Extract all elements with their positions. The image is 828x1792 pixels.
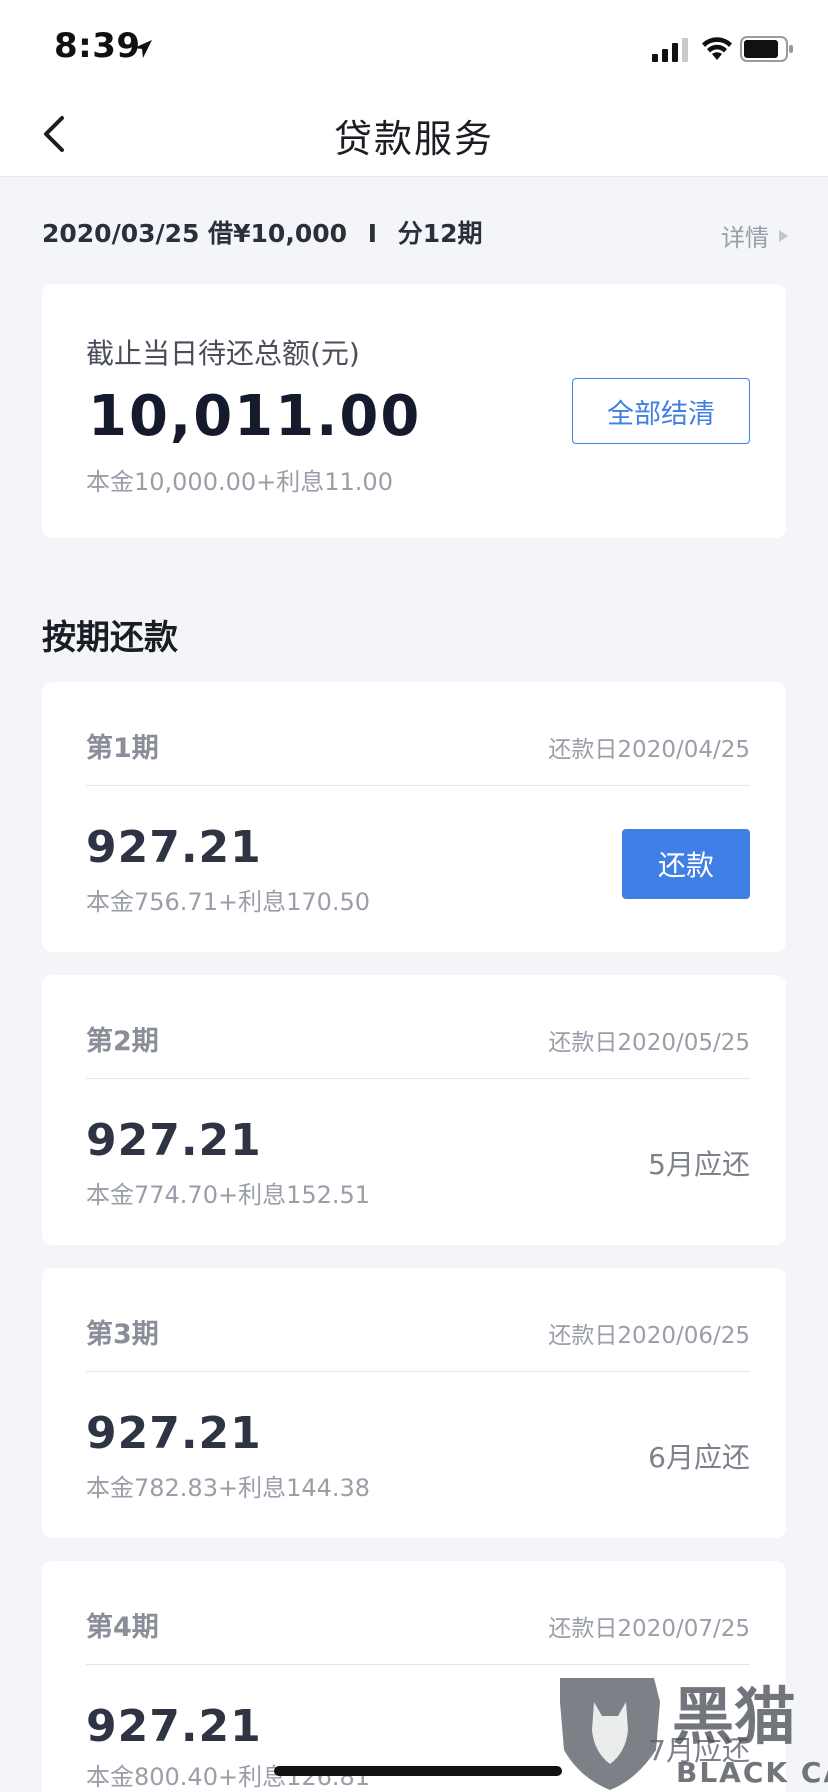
installment-due-date: 还款日2020/05/25 (548, 1030, 750, 1056)
settle-all-button[interactable]: 全部结清 (572, 378, 750, 444)
page-title: 贷款服务 (333, 117, 494, 161)
total-due-amount: 10,011.00 (88, 384, 422, 449)
black-cat-watermark-logo: 黑猫 BLACK CAT (560, 1678, 828, 1790)
installment-amount: 927.21 (86, 1408, 262, 1459)
loan-term: 分12期 (397, 219, 483, 248)
installment-due-date: 还款日2020/06/25 (548, 1323, 750, 1349)
installment-breakdown: 本金756.71+利息170.50 (86, 888, 371, 916)
triangle-right-icon (779, 229, 788, 242)
installment-amount: 927.21 (86, 1115, 262, 1166)
details-link[interactable]: 详情 (721, 218, 788, 253)
battery-icon (740, 36, 793, 62)
wifi-icon (702, 37, 732, 60)
installment-status: 5月应还 (648, 1148, 750, 1181)
loan-amount: 借¥10,000 (208, 219, 348, 248)
installment-period: 第4期 (86, 1612, 159, 1643)
installment-card: 第2期 还款日2020/05/25 927.21 本金774.70+利息152.… (42, 975, 786, 1245)
loan-date: 2020/03/25 (42, 219, 200, 248)
installment-due-date: 还款日2020/07/25 (548, 1616, 750, 1642)
installment-due-date: 还款日2020/04/25 (548, 737, 750, 763)
svg-text:BLACK CAT: BLACK CAT (676, 1756, 828, 1789)
installment-period: 第2期 (86, 1026, 159, 1057)
divider (86, 1371, 750, 1372)
installment-status: 6月应还 (648, 1441, 750, 1474)
repay-button[interactable]: 还款 (622, 829, 750, 899)
signal-icon (652, 38, 688, 62)
installment-period: 第3期 (86, 1319, 159, 1350)
top-bar: 8:39 贷款服务 (0, 0, 828, 177)
installment-breakdown: 本金782.83+利息144.38 (86, 1474, 371, 1502)
divider (86, 785, 750, 786)
installment-card: 第3期 还款日2020/06/25 927.21 本金782.83+利息144.… (42, 1268, 786, 1538)
divider (86, 1078, 750, 1079)
divider (86, 1664, 750, 1665)
total-due-label: 截止当日待还总额(元) (86, 337, 360, 370)
loan-summary: 2020/03/25 借¥10,000 I 分12期 (42, 214, 483, 250)
total-due-breakdown: 本金10,000.00+利息11.00 (86, 468, 393, 496)
installment-card: 第1期 还款日2020/04/25 927.21 本金756.71+利息170.… (42, 682, 786, 952)
installment-period: 第1期 (86, 733, 159, 764)
installment-amount: 927.21 (86, 1701, 262, 1752)
location-arrow-icon (134, 40, 152, 58)
summary-separator: I (367, 219, 378, 248)
total-due-card: 截止当日待还总额(元) 10,011.00 本金10,000.00+利息11.0… (42, 284, 786, 538)
status-time: 8:39 (54, 26, 141, 66)
section-title: 按期还款 (42, 618, 178, 658)
svg-text:黑猫: 黑猫 (672, 1680, 796, 1753)
home-indicator (274, 1766, 562, 1776)
details-label: 详情 (721, 224, 769, 252)
installment-breakdown: 本金774.70+利息152.51 (86, 1181, 371, 1209)
installment-amount: 927.21 (86, 822, 262, 873)
